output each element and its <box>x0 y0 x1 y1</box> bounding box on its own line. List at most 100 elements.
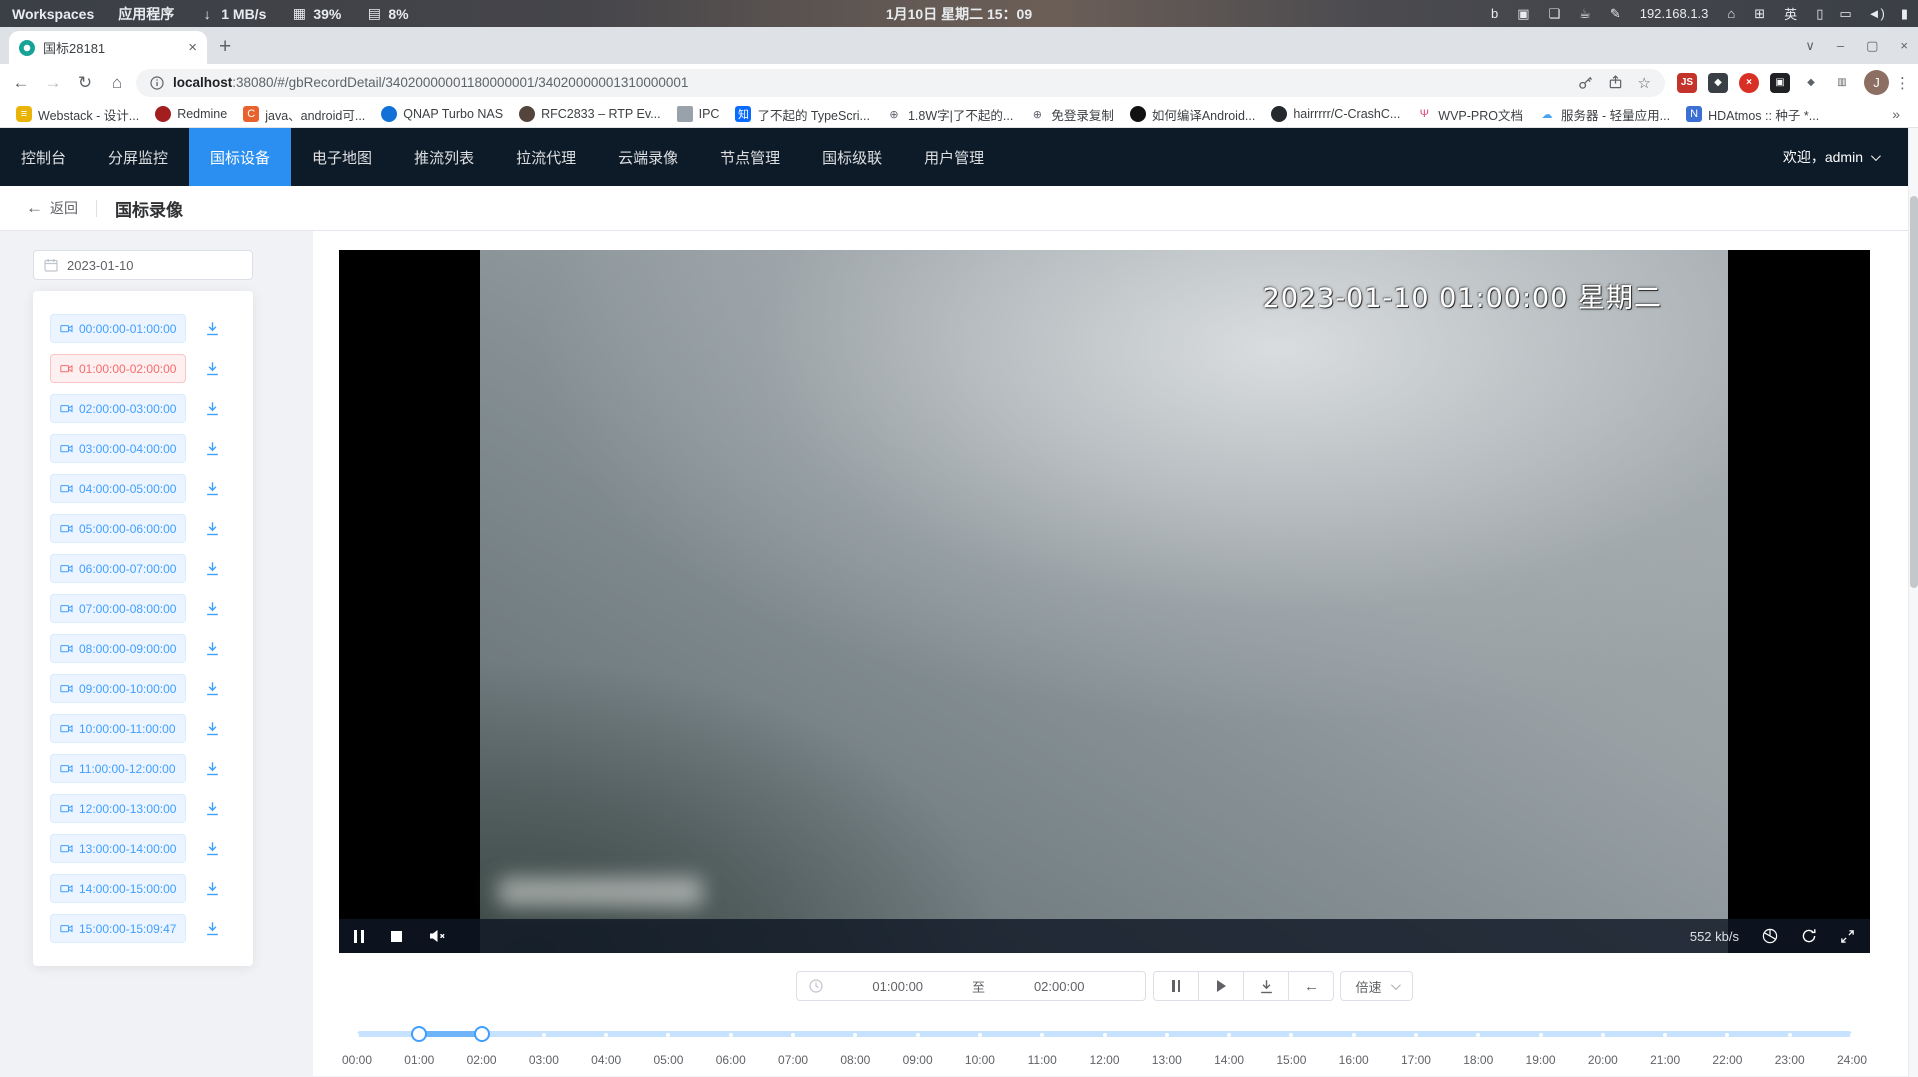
tablet-icon[interactable]: ▯ <box>1816 6 1823 22</box>
extension-icon[interactable]: ◆ <box>1801 73 1821 93</box>
screenshot-app-icon[interactable]: ▣ <box>1517 6 1529 22</box>
download-record-button[interactable] <box>205 681 220 696</box>
download-record-button[interactable] <box>205 761 220 776</box>
download-button[interactable] <box>1243 971 1289 1001</box>
nav-item[interactable]: 节点管理 <box>699 128 801 186</box>
back-button[interactable]: ← 返回 <box>26 198 78 218</box>
record-range-button[interactable]: 12:00:00-13:00:00 <box>50 794 186 823</box>
workspaces-button[interactable]: Workspaces <box>12 6 94 22</box>
refresh-icon[interactable] <box>1801 928 1817 944</box>
download-record-button[interactable] <box>205 921 220 936</box>
download-record-button[interactable] <box>205 361 220 376</box>
profile-avatar[interactable]: J <box>1864 70 1889 95</box>
fullscreen-icon[interactable] <box>1840 929 1855 944</box>
home-icon[interactable]: ⌂ <box>104 70 130 96</box>
site-info-icon[interactable] <box>150 76 164 90</box>
volume-icon[interactable]: ◄) <box>1868 6 1885 22</box>
bookmark-star-icon[interactable]: ☆ <box>1638 74 1651 92</box>
browser-tab[interactable]: 国标28181 × <box>9 31 207 64</box>
bookmark-item[interactable]: hairrrrr/C-CrashC... <box>1263 106 1408 122</box>
nav-item[interactable]: 国标设备 <box>189 128 291 186</box>
extension-icon[interactable]: ▣ <box>1770 73 1790 93</box>
bookmark-item[interactable]: ⊕ 免登录复制 <box>1021 105 1122 124</box>
cpu-indicator[interactable]: ▦ 39% <box>290 5 341 22</box>
record-range-button[interactable]: 10:00:00-11:00:00 <box>50 714 186 743</box>
record-range-button[interactable]: 02:00:00-03:00:00 <box>50 394 186 423</box>
tray-icons-group-3[interactable]: ▯ ▭ ◄) ▮ <box>1816 6 1908 22</box>
reload-icon[interactable]: ↻ <box>72 70 98 96</box>
timeline-handle[interactable] <box>411 1026 427 1042</box>
system-clock[interactable]: 1月10日 星期二 15：09 <box>886 4 1032 24</box>
user-menu[interactable]: 欢迎，admin <box>1783 147 1878 167</box>
bookmark-item[interactable]: C java、android可... <box>235 105 373 124</box>
clipboard-icon[interactable]: ❏ <box>1549 6 1561 22</box>
tab-search-icon[interactable]: ∨ <box>1805 38 1815 54</box>
beverage-icon[interactable]: ☕ <box>1579 6 1591 22</box>
date-picker-input[interactable]: 2023-01-10 <box>33 250 253 280</box>
forward-icon[interactable]: → <box>40 70 66 96</box>
nav-item[interactable]: 用户管理 <box>903 128 1005 186</box>
bookmark-item[interactable]: QNAP Turbo NAS <box>373 106 511 122</box>
download-record-button[interactable] <box>205 801 220 816</box>
record-range-button[interactable]: 04:00:00-05:00:00 <box>50 474 186 503</box>
network-speed-indicator[interactable]: ↓ 1 MB/s <box>198 6 266 22</box>
record-range-button[interactable]: 08:00:00-09:00:00 <box>50 634 186 663</box>
bookmark-item[interactable]: ⊕ 1.8W字|了不起的... <box>878 105 1021 124</box>
extension-icon[interactable]: JS <box>1677 73 1697 93</box>
player-mute-icon[interactable] <box>429 929 446 943</box>
nav-item[interactable]: 控制台 <box>0 128 87 186</box>
bookmark-item[interactable]: RFC2833 – RTP Ev... <box>511 106 669 122</box>
extension-icon[interactable]: ◆ <box>1708 73 1728 93</box>
nav-item[interactable]: 拉流代理 <box>495 128 597 186</box>
record-range-button[interactable]: 07:00:00-08:00:00 <box>50 594 186 623</box>
record-range-button[interactable]: 01:00:00-02:00:00 <box>50 354 186 383</box>
display-icon[interactable]: ▭ <box>1839 6 1851 22</box>
bookmarks-overflow-button[interactable]: » <box>1892 106 1910 122</box>
bing-icon[interactable]: b <box>1491 6 1498 22</box>
record-range-button[interactable]: 06:00:00-07:00:00 <box>50 554 186 583</box>
password-key-icon[interactable] <box>1578 75 1593 90</box>
bookmark-item[interactable]: Ψ WVP-PRO文档 <box>1408 105 1531 124</box>
download-record-button[interactable] <box>205 521 220 536</box>
record-range-button[interactable]: 14:00:00-15:00:00 <box>50 874 186 903</box>
new-tab-button[interactable]: + <box>219 35 231 59</box>
bookmark-item[interactable]: 知 了不起的 TypeScri... <box>727 105 878 124</box>
nav-item[interactable]: 推流列表 <box>393 128 495 186</box>
window-minimize-icon[interactable]: – <box>1837 38 1844 53</box>
record-range-button[interactable]: 03:00:00-04:00:00 <box>50 434 186 463</box>
nav-item[interactable]: 云端录像 <box>597 128 699 186</box>
download-record-button[interactable] <box>205 561 220 576</box>
download-record-button[interactable] <box>205 481 220 496</box>
home-icon[interactable]: ⌂ <box>1727 6 1735 22</box>
bookmark-item[interactable]: N HDAtmos :: 种子 *... <box>1678 105 1827 124</box>
url-omnibox[interactable]: localhost:38080/#/gbRecordDetail/3402000… <box>136 69 1665 97</box>
download-record-button[interactable] <box>205 841 220 856</box>
extension-icon[interactable]: ▥ <box>1832 73 1852 93</box>
download-record-button[interactable] <box>205 321 220 336</box>
workspace-switcher-icon[interactable]: ⊞ <box>1754 6 1765 22</box>
download-record-button[interactable] <box>205 401 220 416</box>
bookmark-item[interactable]: ≡ Webstack - 设计... <box>8 105 147 124</box>
extension-icon[interactable]: × <box>1739 73 1759 93</box>
window-close-icon[interactable]: × <box>1900 38 1908 53</box>
player-stop-icon[interactable] <box>391 931 402 942</box>
share-icon[interactable] <box>1608 75 1623 90</box>
nav-item[interactable]: 国标级联 <box>801 128 903 186</box>
play-button[interactable] <box>1198 971 1244 1001</box>
record-range-button[interactable]: 09:00:00-10:00:00 <box>50 674 186 703</box>
applications-button[interactable]: 应用程序 <box>118 4 174 24</box>
battery-icon[interactable]: ▮ <box>1901 6 1908 22</box>
browser-menu-icon[interactable]: ⋮ <box>1895 74 1910 92</box>
download-record-button[interactable] <box>205 441 220 456</box>
timeline-handle[interactable] <box>474 1026 490 1042</box>
download-record-button[interactable] <box>205 601 220 616</box>
tray-icons-group[interactable]: b ▣ ❏ ☕ ✎ <box>1491 6 1621 22</box>
player-pause-icon[interactable] <box>354 930 364 943</box>
bookmark-item[interactable]: IPC <box>669 106 728 122</box>
download-record-button[interactable] <box>205 641 220 656</box>
color-picker-icon[interactable]: ✎ <box>1610 6 1621 22</box>
memory-indicator[interactable]: ▤ 8% <box>365 5 408 22</box>
pause-button[interactable] <box>1153 971 1199 1001</box>
speed-dropdown[interactable]: 倍速 <box>1340 971 1412 1001</box>
nav-item[interactable]: 电子地图 <box>291 128 393 186</box>
